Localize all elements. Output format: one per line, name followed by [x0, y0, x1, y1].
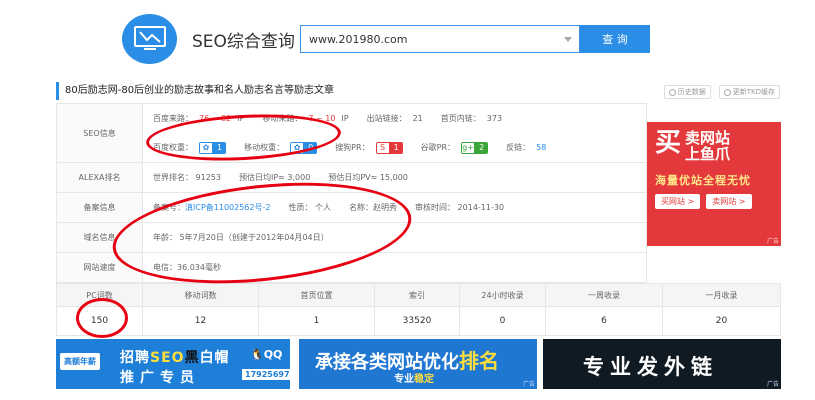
- outlinks-value[interactable]: 21: [413, 114, 423, 123]
- domain-label: 域名信息: [56, 222, 143, 253]
- rank-header: 索引: [374, 283, 460, 307]
- banner-hiring-top: 招聘SEO黑白帽: [120, 350, 230, 366]
- weight-line: 百度权重： ✿ 1 移动权重： ✿ 0 搜狗PR： S1 谷歌PR： g+ 2 反链：…: [153, 133, 646, 162]
- sogou-pr-label: 搜狗PR：: [335, 143, 370, 152]
- update-tkd-button[interactable]: 更新TKD缓存: [718, 85, 780, 99]
- google-plus-icon: g+: [461, 141, 476, 154]
- mobile-traffic-value[interactable]: 7 ~ 10: [308, 114, 335, 123]
- sogou-pr-badge[interactable]: S1: [375, 141, 403, 154]
- rank-table: PC词数 移动词数 首页位置 索引 24小时收录 一周收录 一月收录 150 1…: [56, 283, 781, 336]
- banner-seo-ranking[interactable]: 承接各类网站优化排名 专业稳定 广告: [299, 339, 537, 389]
- refresh-icon: [723, 88, 731, 96]
- alexa-daily-pv: 预估日均PV≈ 15,000: [328, 173, 408, 182]
- ad-tag: 广告: [766, 238, 779, 245]
- baidu-weight-badge[interactable]: ✿ 1: [199, 141, 227, 154]
- google-pr-value: 2: [475, 141, 489, 154]
- baidu-weight-label: 百度权重：: [153, 143, 193, 152]
- banner-hiring[interactable]: 高额年薪 招聘SEO黑白帽 推广专员 🐧QQ 179256975: [56, 339, 290, 389]
- icp-label: 备案信息: [56, 192, 143, 223]
- toolbar-links: 历史数据 更新TKD缓存: [663, 85, 780, 99]
- backlinks-value[interactable]: 58: [536, 143, 546, 152]
- backlinks-label: 反链：: [506, 143, 531, 152]
- google-pr-badge[interactable]: g+ 2: [461, 141, 489, 154]
- alexa-label: ALEXA排名: [56, 162, 143, 193]
- rank-header: 一周收录: [545, 283, 663, 307]
- baidu-weight-value: 1: [213, 141, 227, 154]
- domain-age: 年龄： 5年7月20日（创建于2012年04月04日）: [153, 233, 329, 242]
- pc-keywords-value[interactable]: 150: [56, 306, 143, 336]
- mobile-traffic-label: 移动来路：: [262, 114, 303, 123]
- banner-hiring-tag: 高额年薪: [60, 353, 100, 370]
- indexed-week-value[interactable]: 6: [545, 306, 663, 336]
- chevron-down-icon[interactable]: [564, 37, 572, 42]
- qq-icon: 🐧QQ: [250, 348, 283, 361]
- history-icon: [668, 88, 676, 96]
- icp-number-link[interactable]: 滇ICP备11002562号-2: [185, 202, 270, 213]
- mobile-weight-badge[interactable]: ✿ 0: [290, 141, 318, 154]
- index-value[interactable]: 33520: [374, 306, 460, 336]
- alexa-cell: 世界排名： 91253 预估日均IP≈ 3,000 预估日均PV≈ 15,000: [142, 162, 647, 193]
- baidu-traffic-value[interactable]: 76 ~ 82: [199, 114, 231, 123]
- banner-seo-sub: 专业稳定: [394, 374, 434, 385]
- icp-name-value: 赵明秀: [373, 203, 398, 212]
- ad-big-char: 买: [655, 128, 682, 158]
- update-tkd-label: 更新TKD缓存: [732, 88, 775, 96]
- paw-icon: ✿: [199, 141, 213, 154]
- baidu-traffic-unit: IP: [237, 114, 245, 123]
- paw-icon: ✿: [290, 141, 305, 154]
- indexed-month-value[interactable]: 20: [662, 306, 781, 336]
- indexed-24h-value[interactable]: 0: [459, 306, 546, 336]
- sogou-pr-value: 1: [389, 141, 403, 154]
- seo-info-cell: 百度来路： 76 ~ 82 IP 移动来路： 7 ~ 10 IP 出站链接： 2…: [142, 103, 647, 163]
- rank-header: 移动词数: [142, 283, 259, 307]
- icp-nature: 性质： 个人: [288, 203, 332, 212]
- rank-header: 一月收录: [662, 283, 781, 307]
- sogou-icon: S: [375, 141, 390, 154]
- icp-cell: 备案号： 滇ICP备11002562号-2 性质： 个人 名称： 赵明秀 审核时…: [142, 192, 647, 223]
- search-box[interactable]: [300, 25, 580, 53]
- banner-hiring-bottom: 推广专员: [120, 370, 200, 386]
- home-position-value[interactable]: 1: [258, 306, 375, 336]
- sell-site-button[interactable]: 卖网站 >: [706, 194, 752, 209]
- google-pr-label: 谷歌PR：: [420, 143, 456, 152]
- ad-tag: 广告: [766, 381, 779, 388]
- banner-qq-number: 179256975: [242, 369, 290, 380]
- rank-header: 24小时收录: [459, 283, 546, 307]
- ad-tag: 广告: [522, 381, 535, 388]
- alexa-world-rank: 世界排名： 91253: [153, 173, 221, 182]
- baidu-traffic-label: 百度来路：: [153, 114, 193, 123]
- rank-header: 首页位置: [258, 283, 375, 307]
- mobile-traffic-unit: IP: [341, 114, 349, 123]
- speed-value: 电信：36.034毫秒: [153, 263, 221, 272]
- banner-backlinks[interactable]: 专业发外链 广告: [543, 339, 781, 389]
- seo-info-table: SEO信息 百度来路： 76 ~ 82 IP 移动来路： 7 ~ 10 IP 出…: [56, 103, 647, 283]
- mobile-weight-value: 0: [304, 141, 318, 154]
- buy-site-button[interactable]: 买网站 >: [655, 194, 701, 209]
- home-links-label: 首页内链：: [440, 114, 481, 123]
- search-button[interactable]: 查 询: [580, 25, 650, 53]
- icp-audit-time: 审核时间： 2014-11-30: [415, 203, 505, 212]
- seo-info-label: SEO信息: [56, 103, 143, 163]
- logo-icon: [122, 14, 177, 64]
- domain-cell: 年龄： 5年7月20日（创建于2012年04月04日）: [142, 222, 647, 253]
- rank-header: PC词数: [56, 283, 143, 307]
- icp-number-label: 备案号：: [153, 203, 185, 212]
- mobile-keywords-value[interactable]: 12: [142, 306, 259, 336]
- ad-slogan: 海量优站全程无忧: [655, 174, 751, 187]
- home-links-value[interactable]: 373: [487, 114, 502, 123]
- app-title: SEO综合查询: [192, 32, 295, 52]
- speed-label: 网站速度: [56, 252, 143, 283]
- speed-cell: 电信：36.034毫秒: [142, 252, 647, 283]
- history-label: 历史数据: [677, 88, 706, 96]
- search-input[interactable]: [301, 26, 563, 52]
- banner-backlinks-main: 专业发外链: [583, 355, 718, 379]
- mobile-weight-label: 移动权重：: [244, 143, 285, 152]
- ad-yuzhua[interactable]: 买 卖网站 上鱼爪 海量优站全程无忧 买网站 > 卖网站 > 广告: [647, 122, 781, 246]
- alexa-daily-ip: 预估日均IP≈ 3,000: [239, 173, 311, 182]
- traffic-line: 百度来路： 76 ~ 82 IP 移动来路： 7 ~ 10 IP 出站链接： 2…: [153, 104, 646, 133]
- icp-name-label: 名称：: [349, 203, 374, 212]
- outlinks-label: 出站链接：: [366, 114, 407, 123]
- history-button[interactable]: 历史数据: [663, 85, 711, 99]
